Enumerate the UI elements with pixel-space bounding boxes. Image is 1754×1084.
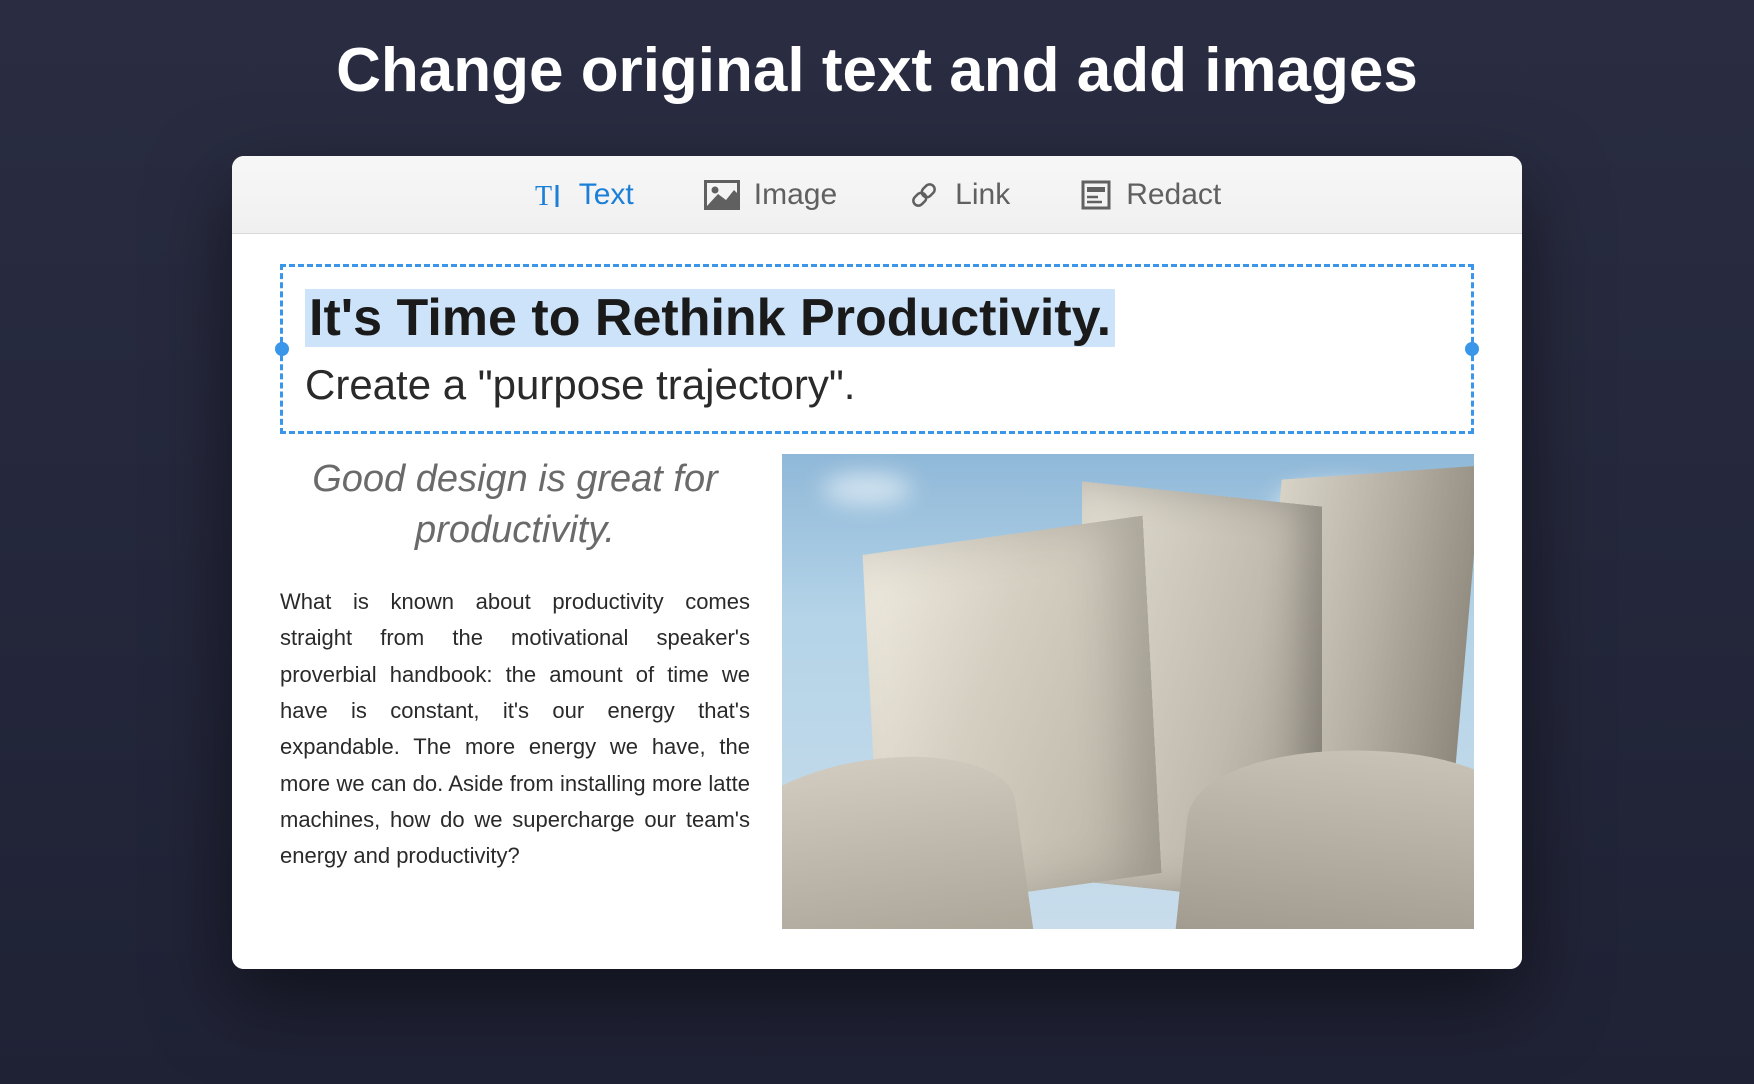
content-left-column: Good design is great for productivity. W… [280,454,750,875]
toolbar-item-label: Redact [1126,178,1221,212]
document-image[interactable] [782,454,1474,929]
toolbar-image-button[interactable]: Image [704,178,837,212]
content-row: Good design is great for productivity. W… [280,454,1474,929]
image-icon [704,180,740,210]
svg-text:T: T [535,181,552,211]
link-icon [907,178,941,212]
toolbar-redact-button[interactable]: Redact [1080,178,1221,212]
text-icon: T [533,179,565,211]
redact-icon [1080,179,1112,211]
selection-handle-left[interactable] [275,342,289,356]
document-body-text[interactable]: What is known about productivity comes s… [280,584,750,874]
toolbar-item-label: Text [579,178,634,212]
toolbar: T Text Image [232,156,1522,234]
app-window: T Text Image [232,156,1522,969]
document-subtitle[interactable]: Create a "purpose trajectory". [305,361,1449,409]
toolbar-link-button[interactable]: Link [907,178,1010,212]
document-title[interactable]: It's Time to Rethink Productivity. [305,289,1115,347]
selection-handle-right[interactable] [1465,342,1479,356]
toolbar-item-label: Image [754,178,837,212]
toolbar-item-label: Link [955,178,1010,212]
promo-headline: Change original text and add images [336,35,1418,106]
document-canvas[interactable]: It's Time to Rethink Productivity. Creat… [232,234,1522,969]
text-selection-box[interactable]: It's Time to Rethink Productivity. Creat… [280,264,1474,434]
toolbar-text-button[interactable]: T Text [533,178,634,212]
architecture-photo [782,454,1474,929]
document-quote[interactable]: Good design is great for productivity. [280,454,750,557]
